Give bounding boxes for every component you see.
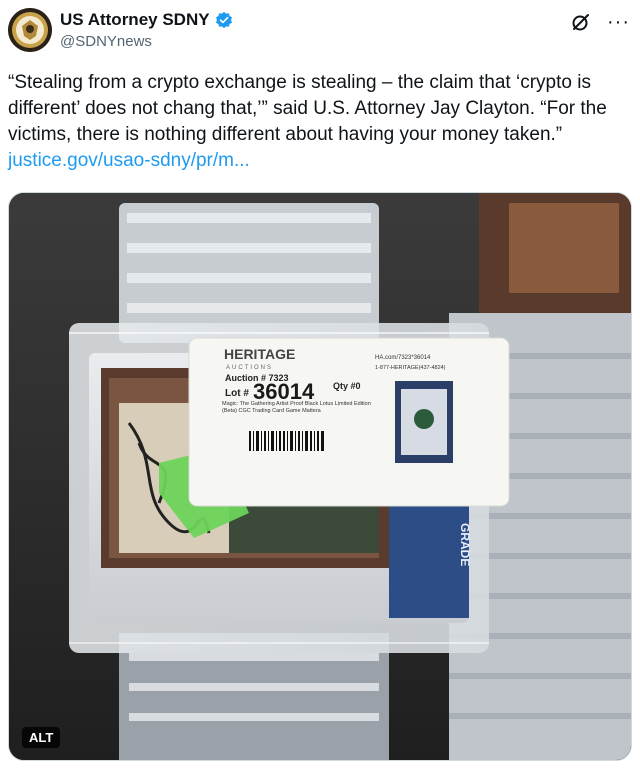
label-url-1: HA.com/7323*36014 — [375, 355, 431, 361]
grade-text: GRADE — [458, 523, 472, 566]
grok-icon[interactable] — [571, 12, 591, 32]
header-actions: ··· — [571, 12, 630, 32]
label-brand: HERITAGE — [224, 346, 295, 362]
label-lot-prefix: Lot # — [225, 388, 249, 399]
label-qty: Qty #0 — [333, 381, 361, 391]
tweet-text: “Stealing from a crypto exchange is stea… — [8, 72, 607, 145]
tweet-header: US Attorney SDNY @SDNYnews ··· — [8, 8, 630, 58]
label-brand-sub: AUCTIONS — [226, 365, 273, 371]
verified-badge-icon[interactable] — [215, 11, 233, 29]
author-names: US Attorney SDNY @SDNYnews — [60, 10, 233, 52]
tweet-link[interactable]: justice.gov/usao-sdny/pr/m... — [8, 150, 250, 171]
label-url-2: 1-877-HERITAGE(437-4824) — [375, 365, 446, 371]
label-description: Magic: The Gathering Artist Proof Black … — [222, 401, 371, 414]
doj-seal-icon[interactable] — [8, 8, 52, 52]
more-options-icon[interactable]: ··· — [607, 12, 630, 32]
display-name[interactable]: US Attorney SDNY — [60, 10, 210, 30]
author-handle[interactable]: @SDNYnews — [60, 32, 233, 52]
tweet-media-image[interactable]: GRADE HERITAGE AUCTIONS Auction # 7323 L… — [8, 192, 632, 761]
alt-badge-button[interactable]: ALT — [22, 727, 61, 748]
tweet-body: “Stealing from a crypto exchange is stea… — [8, 70, 630, 174]
